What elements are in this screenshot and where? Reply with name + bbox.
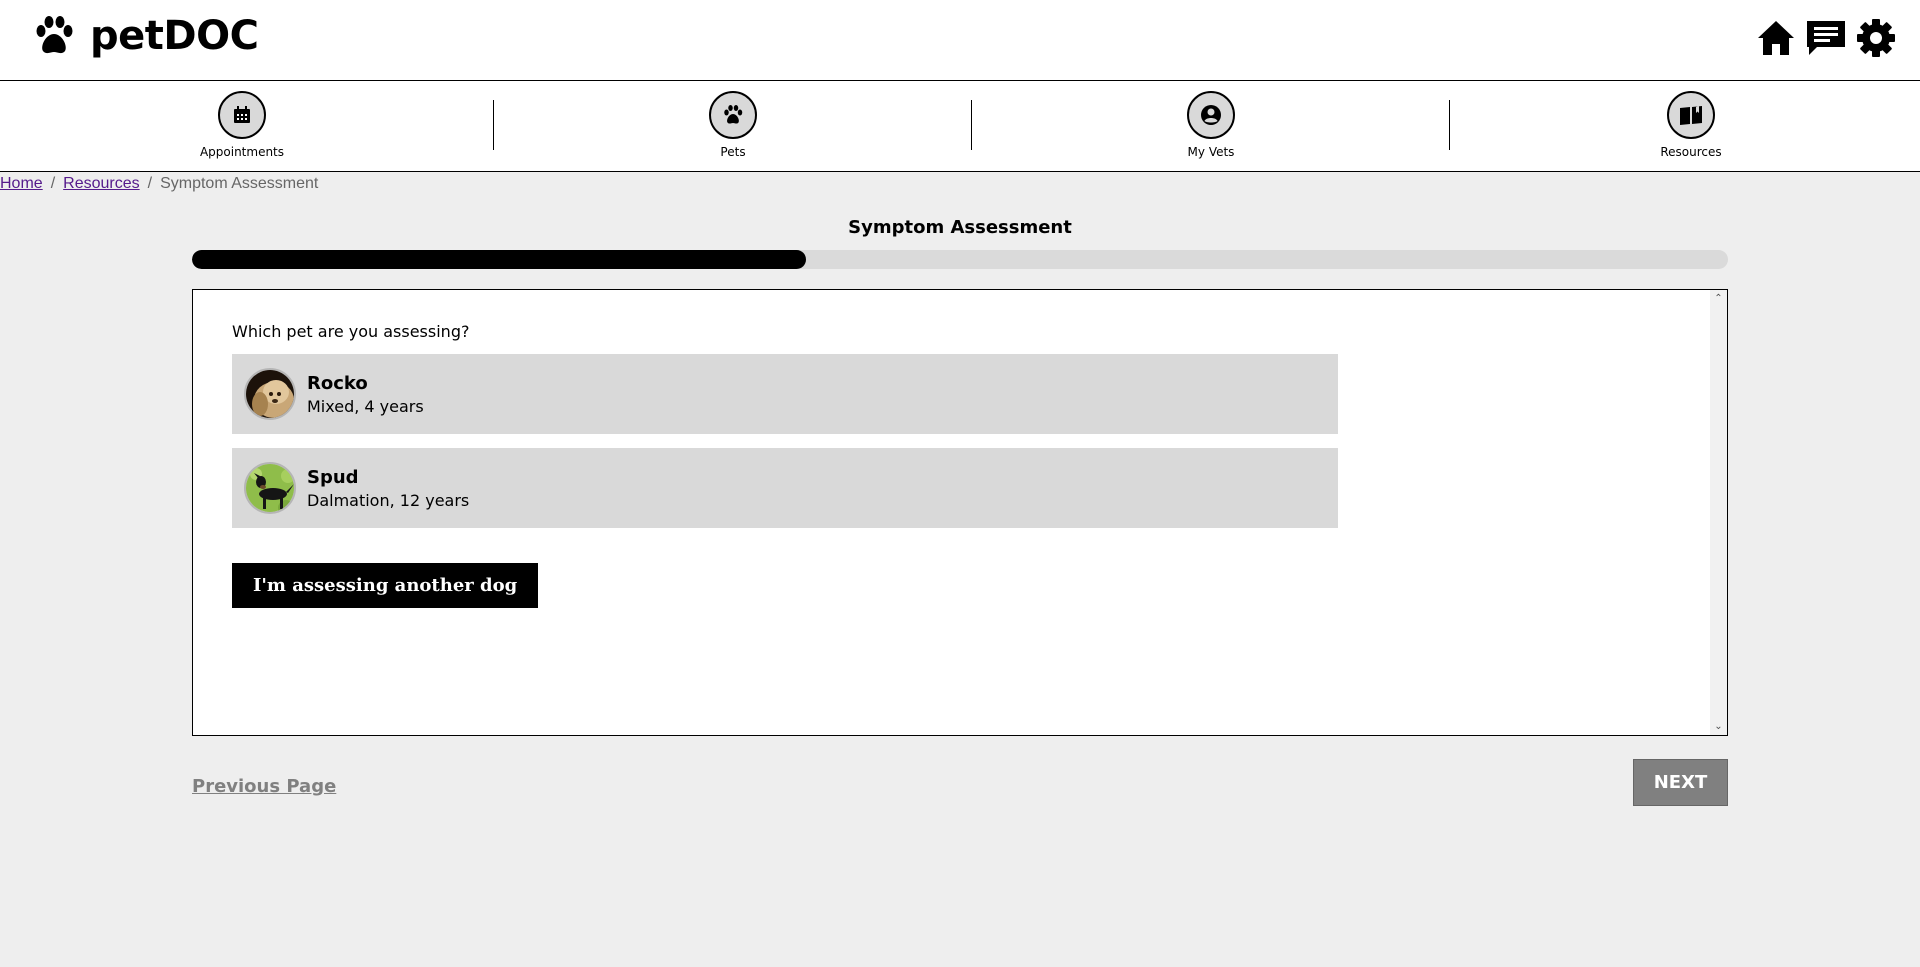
nav-item-pets[interactable]: Pets: [663, 91, 803, 159]
next-button[interactable]: NEXT: [1633, 759, 1728, 806]
paw-icon: [709, 91, 757, 139]
pet-name: Rocko: [307, 372, 368, 394]
nav-label-resources: Resources: [1660, 145, 1722, 159]
progress-bar: [192, 250, 1728, 269]
breadcrumb-resources-link[interactable]: Resources: [63, 175, 139, 193]
paw-logo-icon: [36, 16, 73, 54]
breadcrumb-separator: /: [147, 175, 153, 192]
pet-info: Rocko Mixed, 4 years: [307, 373, 424, 416]
user-circle-icon: [1187, 91, 1235, 139]
nav-label-appointments: Appointments: [199, 145, 285, 159]
nav-item-my-vets[interactable]: My Vets: [1141, 91, 1281, 159]
pet-option-card[interactable]: Rocko Mixed, 4 years: [232, 354, 1338, 434]
breadcrumb-separator: /: [50, 175, 56, 192]
home-icon[interactable]: [1754, 18, 1798, 58]
app-header: petDOC: [0, 0, 1920, 81]
assess-another-dog-button[interactable]: I'm assessing another dog: [232, 563, 539, 608]
breadcrumb-home-link[interactable]: Home: [0, 175, 43, 193]
previous-page-link[interactable]: Previous Page: [192, 776, 336, 797]
nav-label-pets: Pets: [720, 145, 746, 159]
settings-icon[interactable]: [1854, 18, 1898, 58]
breadcrumb-current: Symptom Assessment: [160, 175, 319, 192]
app-logo[interactable]: petDOC: [32, 13, 259, 59]
scroll-down-icon[interactable]: ⌄: [1710, 718, 1727, 735]
nav-divider: [1449, 100, 1450, 150]
pet-name: Spud: [307, 466, 359, 488]
nav-divider: [971, 100, 972, 150]
pet-description: Mixed, 4 years: [307, 396, 424, 416]
nav-divider: [493, 100, 494, 150]
header-actions: [1754, 18, 1898, 58]
progress-fill: [192, 250, 807, 269]
panel-scrollbar[interactable]: ⌃ ⌄: [1710, 290, 1727, 735]
pet-info: Spud Dalmation, 12 years: [307, 467, 469, 510]
book-icon: [1667, 91, 1715, 139]
nav-label-my-vets: My Vets: [1187, 145, 1235, 159]
scroll-up-icon[interactable]: ⌃: [1710, 290, 1727, 307]
nav-item-resources[interactable]: Resources: [1621, 91, 1761, 159]
page-title: Symptom Assessment: [848, 217, 1072, 238]
pet-avatar: [244, 368, 296, 420]
pet-description: Dalmation, 12 years: [307, 490, 470, 510]
breadcrumb: Home / Resources / Symptom Assessment: [0, 175, 318, 193]
main-nav: Appointments Pets My Vets Resources: [0, 81, 1920, 172]
messages-icon[interactable]: [1804, 18, 1848, 58]
app-name: petDOC: [90, 13, 259, 59]
pet-option-card[interactable]: Spud Dalmation, 12 years: [232, 448, 1338, 528]
nav-item-appointments[interactable]: Appointments: [172, 91, 312, 159]
calendar-icon: [218, 91, 266, 139]
pet-avatar: [244, 462, 296, 514]
question-text: Which pet are you assessing?: [232, 322, 470, 341]
assessment-panel: Which pet are you assessing? Rocko Mixed…: [192, 289, 1728, 736]
